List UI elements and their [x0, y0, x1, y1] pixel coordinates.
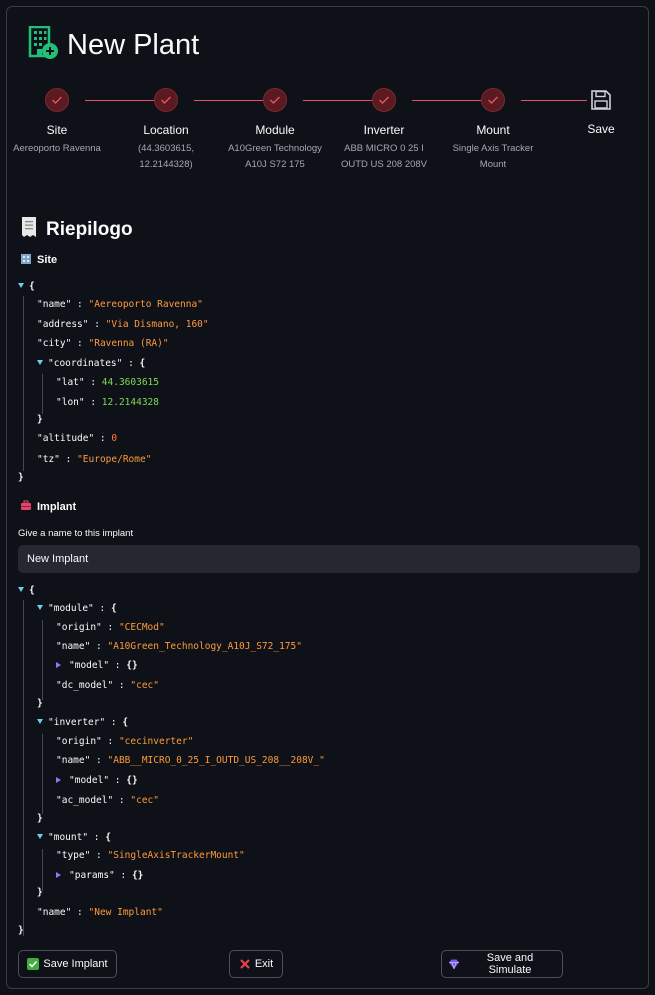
- json-coordinates-toggle[interactable]: "coordinates" : {: [37, 356, 145, 372]
- page-title: New Plant: [67, 29, 200, 61]
- step-module[interactable]: Module A10Green Technology A10J S72 175: [220, 86, 330, 173]
- json-root-toggle[interactable]: {: [18, 583, 35, 599]
- json-mount-toggle[interactable]: "mount" : {: [37, 830, 111, 846]
- json-row: "name" : "A10Green_Technology_A10J_S72_1…: [56, 641, 302, 652]
- check-icon: [154, 88, 178, 112]
- json-mount-params-toggle[interactable]: "params" : {}: [56, 868, 143, 884]
- json-row: "name" : "ABB__MICRO_0_25_I_OUTD_US_208_…: [56, 755, 325, 766]
- step-description: A10Green Technology A10J S72 175: [228, 143, 322, 170]
- check-icon: [263, 88, 287, 112]
- json-row: "lon" : 12.2144328: [56, 397, 159, 408]
- json-brace: }: [37, 813, 43, 824]
- json-indent-guide: [23, 296, 24, 471]
- step-save[interactable]: Save: [546, 86, 655, 136]
- json-brace: }: [37, 887, 43, 898]
- json-row: "altitude" : 0: [37, 433, 118, 444]
- step-description: Aereoporto Ravenna: [13, 143, 101, 154]
- save-implant-button[interactable]: Save Implant: [18, 950, 117, 978]
- floppy-disk-icon: [589, 88, 613, 112]
- step-label: Location: [143, 123, 189, 137]
- building-plus-icon: [28, 25, 59, 65]
- implant-heading-text: Implant: [37, 500, 77, 513]
- json-brace: }: [18, 925, 24, 936]
- toolbox-icon: [20, 499, 32, 514]
- json-indent-guide: [42, 734, 43, 814]
- json-indent-guide: [42, 620, 43, 700]
- receipt-icon: [20, 216, 38, 244]
- exit-button[interactable]: Exit: [229, 950, 283, 978]
- step-label: Save: [587, 122, 615, 136]
- json-module-model-toggle[interactable]: "model" : {}: [56, 658, 138, 674]
- json-brace: }: [37, 698, 43, 709]
- step-mount[interactable]: Mount Single Axis Tracker Mount: [438, 86, 548, 173]
- implant-name-input[interactable]: New Implant: [18, 545, 640, 573]
- check-icon: [45, 88, 69, 112]
- json-row: "name" : "New Implant": [37, 907, 163, 918]
- json-row: "city" : "Ravenna (RA)": [37, 338, 169, 349]
- check-box-icon: [27, 958, 40, 970]
- step-label: Site: [46, 123, 68, 137]
- step-label: Mount: [476, 123, 510, 137]
- implant-heading: Implant: [20, 499, 76, 514]
- site-heading: Site: [20, 252, 57, 267]
- step-label: Module: [255, 123, 295, 137]
- summary-heading-text: Riepilogo: [46, 219, 133, 240]
- save-and-simulate-button[interactable]: Save and Simulate: [441, 950, 563, 978]
- check-icon: [481, 88, 505, 112]
- json-row: "dc_model" : "cec": [56, 680, 159, 691]
- step-location[interactable]: Location (44.3603615, 12.2144328): [111, 86, 221, 173]
- save-implant-label: Save Implant: [43, 958, 108, 970]
- json-module-toggle[interactable]: "module" : {: [37, 601, 117, 617]
- implant-name-label: Give a name to this implant: [18, 528, 134, 539]
- gem-icon: [448, 958, 460, 970]
- json-row: "origin" : "CECMod": [56, 622, 165, 633]
- step-description: Single Axis Tracker Mount: [452, 143, 534, 170]
- check-icon: [372, 88, 396, 112]
- json-brace: }: [18, 472, 24, 483]
- close-icon: [239, 958, 251, 970]
- site-heading-text: Site: [37, 253, 58, 266]
- json-row: "type" : "SingleAxisTrackerMount": [56, 850, 245, 861]
- json-row: "tz" : "Europe/Rome": [37, 454, 152, 465]
- json-row: "ac_model" : "cec": [56, 795, 159, 806]
- save-and-simulate-label: Save and Simulate: [486, 952, 534, 976]
- json-indent-guide: [23, 600, 24, 936]
- progress-stepper: Site Aereoporto Ravenna Location (44.360…: [13, 86, 638, 196]
- exit-label: Exit: [254, 958, 274, 970]
- implant-json-viewer: { "module" : { "origin" : "CECMod" "name…: [18, 583, 638, 943]
- step-inverter[interactable]: Inverter ABB MICRO 0 25 I OUTD US 208 20…: [329, 86, 439, 173]
- page-header: New Plant: [28, 25, 200, 65]
- json-row: "address" : "Via Dismano, 160": [37, 319, 209, 330]
- step-description: (44.3603615, 12.2144328): [138, 143, 194, 170]
- site-json-viewer: { "name" : "Aereoporto Ravenna" "address…: [18, 279, 638, 489]
- json-inverter-toggle[interactable]: "inverter" : {: [37, 715, 128, 731]
- json-row: "lat" : 44.3603615: [56, 377, 159, 388]
- json-row: "name" : "Aereoporto Ravenna": [37, 299, 203, 310]
- json-indent-guide: [42, 374, 43, 414]
- step-description: ABB MICRO 0 25 I OUTD US 208 208V: [340, 143, 428, 170]
- json-brace: }: [37, 414, 43, 425]
- step-label: Inverter: [363, 123, 405, 137]
- json-root-toggle[interactable]: {: [18, 279, 35, 295]
- summary-heading: Riepilogo: [20, 216, 133, 244]
- step-site[interactable]: Site Aereoporto Ravenna: [2, 86, 112, 157]
- office-building-icon: [20, 252, 32, 267]
- json-row: "origin" : "cecinverter": [56, 736, 194, 747]
- json-inverter-model-toggle[interactable]: "model" : {}: [56, 773, 138, 789]
